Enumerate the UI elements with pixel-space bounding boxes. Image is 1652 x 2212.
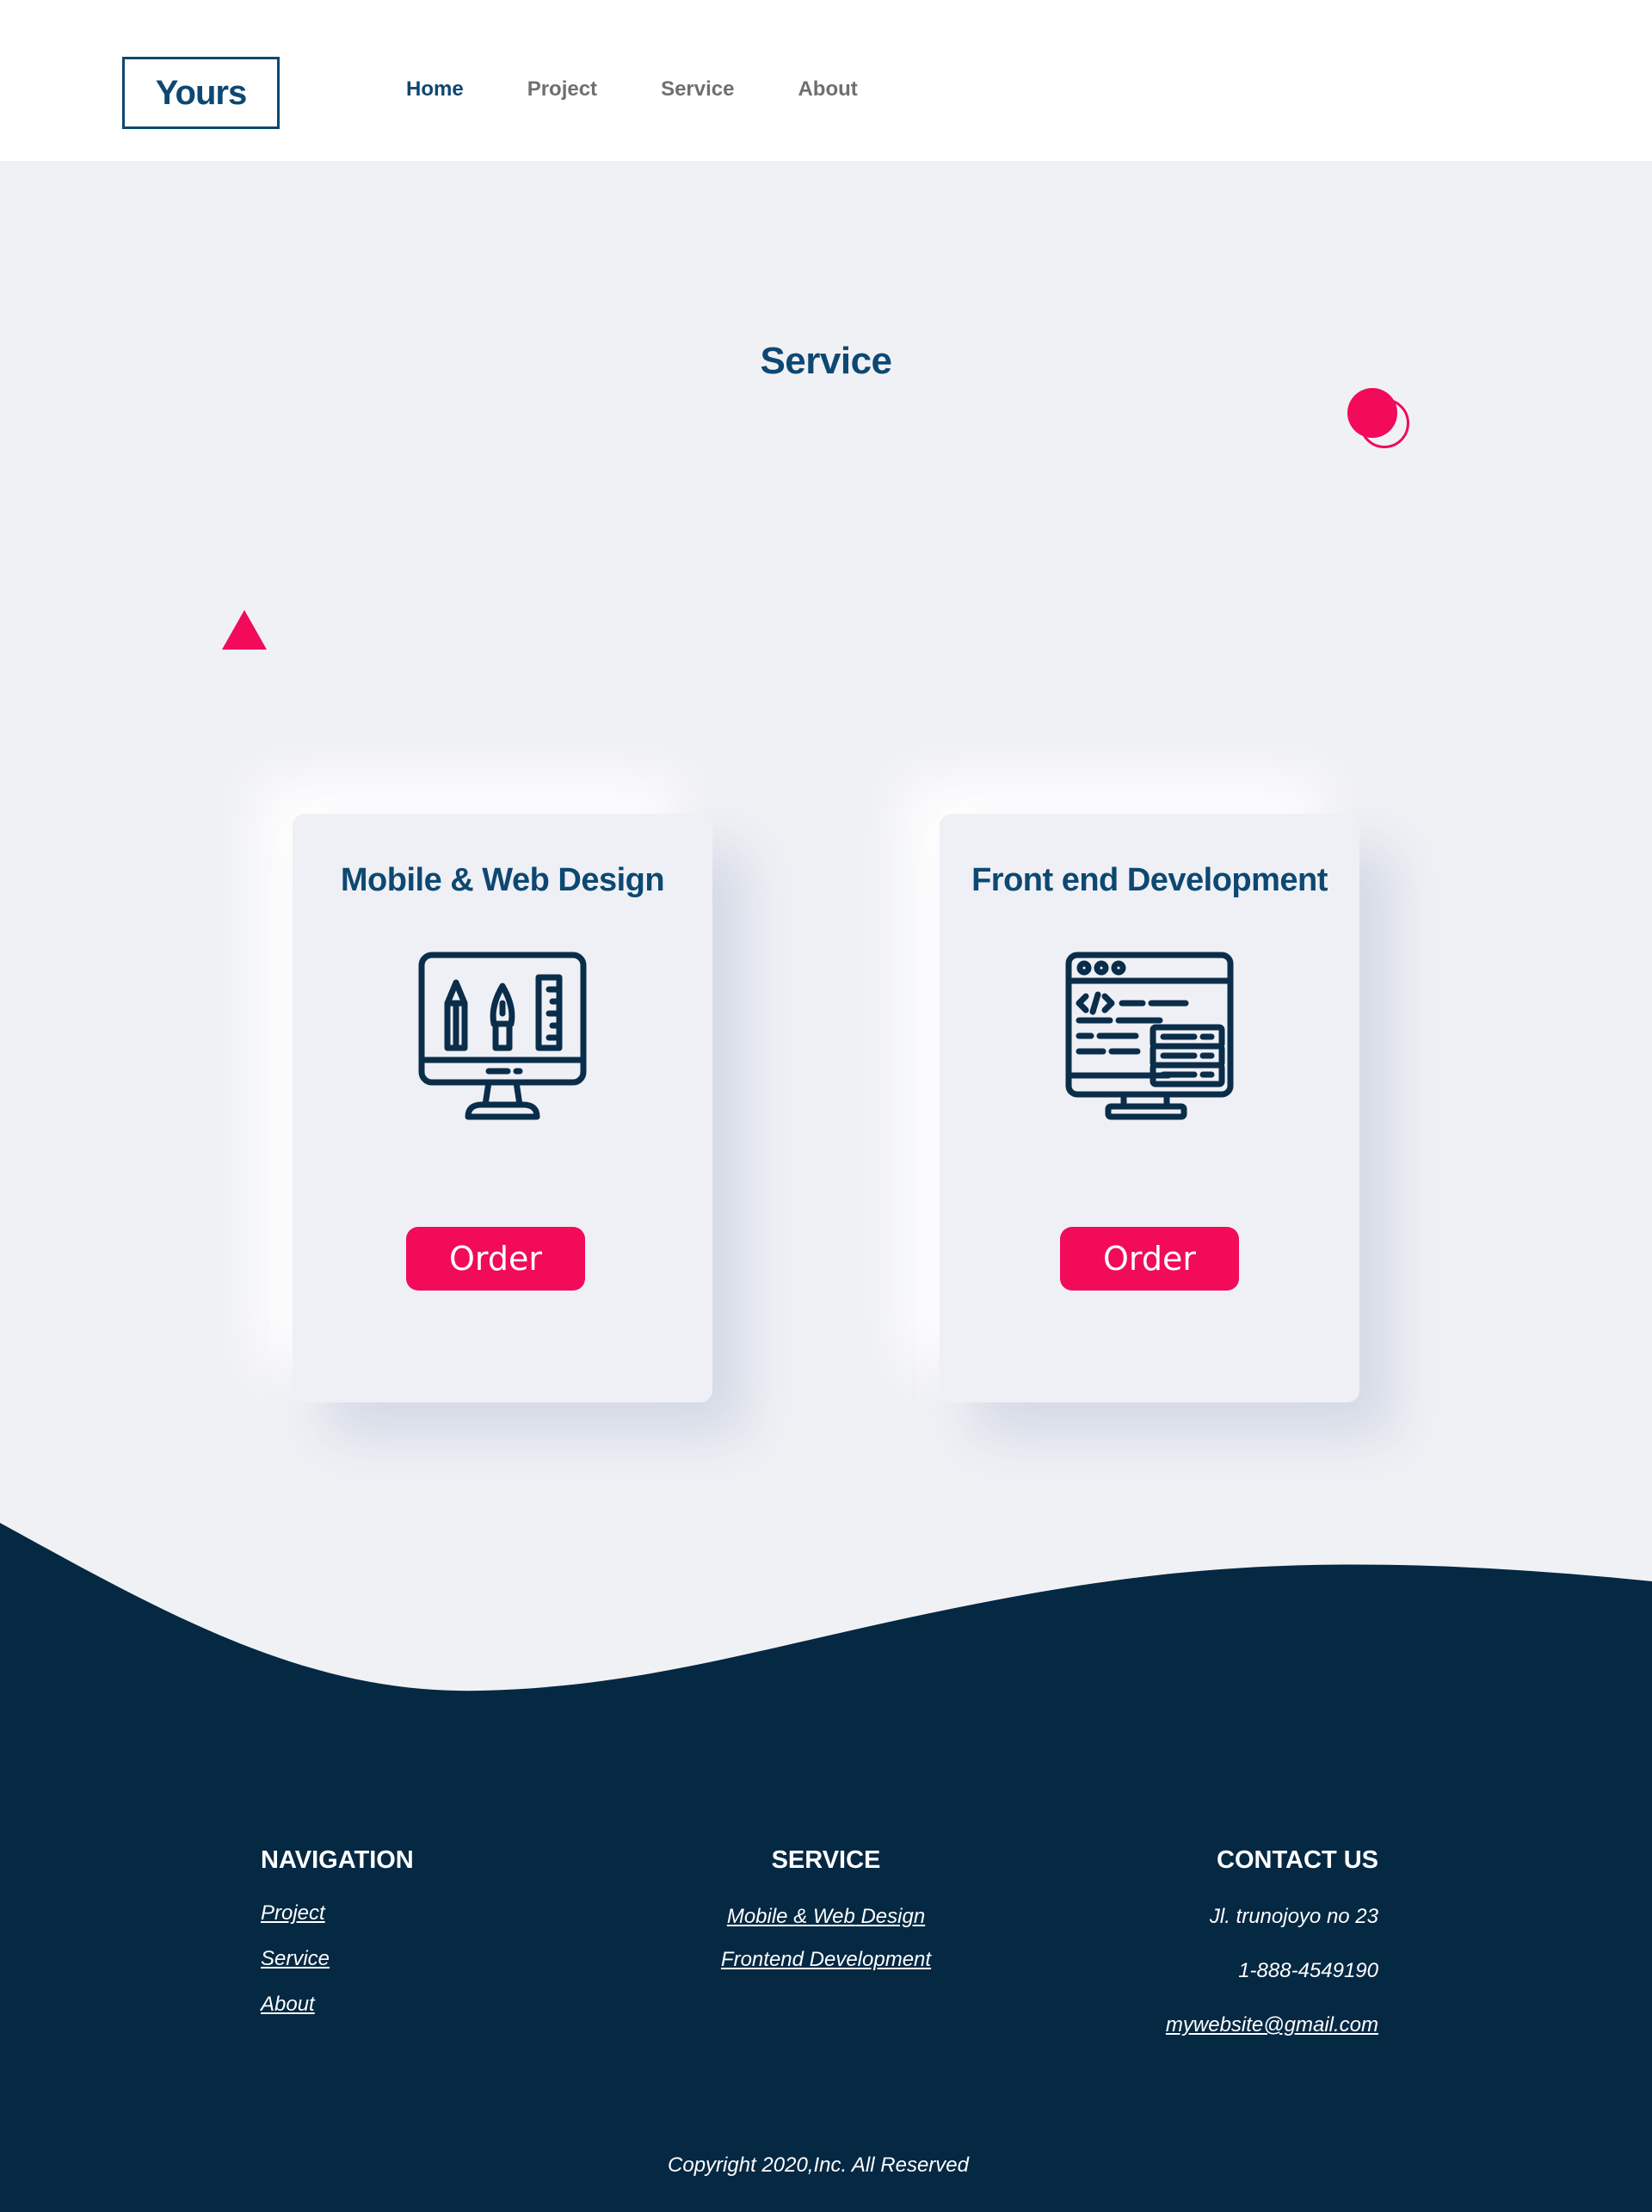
logo-text: Yours	[155, 73, 247, 112]
section-title: Service	[760, 340, 892, 382]
contact-email[interactable]: mywebsite@gmail.com	[1034, 2012, 1378, 2037]
footer-navigation: NAVIGATION Project Service About	[261, 1846, 414, 2017]
footer-link-frontend[interactable]: Frontend Development	[654, 1947, 998, 1972]
footer-heading: SERVICE	[771, 1846, 881, 1874]
site-header: Yours Home Project Service About	[0, 0, 1652, 161]
copyright: Copyright 2020,Inc. All Reserved	[668, 2153, 969, 2177]
footer-link-project[interactable]: Project	[261, 1901, 414, 1925]
contact-address: Jl. trunojoyo no 23	[1209, 1905, 1378, 1928]
footer-heading: CONTACT US	[1217, 1846, 1378, 1874]
design-monitor-icon	[418, 952, 587, 1120]
order-button[interactable]: Order	[1060, 1227, 1239, 1291]
main-nav: Home Project Service About	[406, 77, 922, 102]
footer-contact: CONTACT US Jl. trunojoyo no 23 1-888-454…	[1034, 1846, 1378, 2037]
service-card-design: Mobile & Web Design Order	[293, 814, 712, 1402]
nav-project[interactable]: Project	[527, 77, 597, 102]
nav-home[interactable]: Home	[406, 77, 464, 102]
service-card-frontend: Front end Development Order	[940, 814, 1359, 1402]
code-monitor-icon	[1065, 952, 1234, 1120]
footer-link-design[interactable]: Mobile & Web Design	[654, 1904, 998, 1929]
footer-heading: NAVIGATION	[261, 1846, 414, 1874]
decorative-circle	[1347, 388, 1397, 438]
card-title: Mobile & Web Design	[340, 862, 665, 898]
footer-link-about[interactable]: About	[261, 1992, 414, 2017]
contact-phone: 1-888-4549190	[1238, 1959, 1378, 1982]
nav-about[interactable]: About	[798, 77, 857, 102]
logo[interactable]: Yours	[122, 57, 280, 129]
decorative-triangle	[222, 610, 267, 650]
footer-service: SERVICE Mobile & Web Design Frontend Dev…	[654, 1846, 998, 1972]
card-title: Front end Development	[971, 862, 1328, 898]
nav-service[interactable]: Service	[661, 77, 734, 102]
order-button[interactable]: Order	[406, 1227, 585, 1291]
footer-wave	[0, 1523, 1652, 1712]
footer-link-service[interactable]: Service	[261, 1946, 414, 1971]
